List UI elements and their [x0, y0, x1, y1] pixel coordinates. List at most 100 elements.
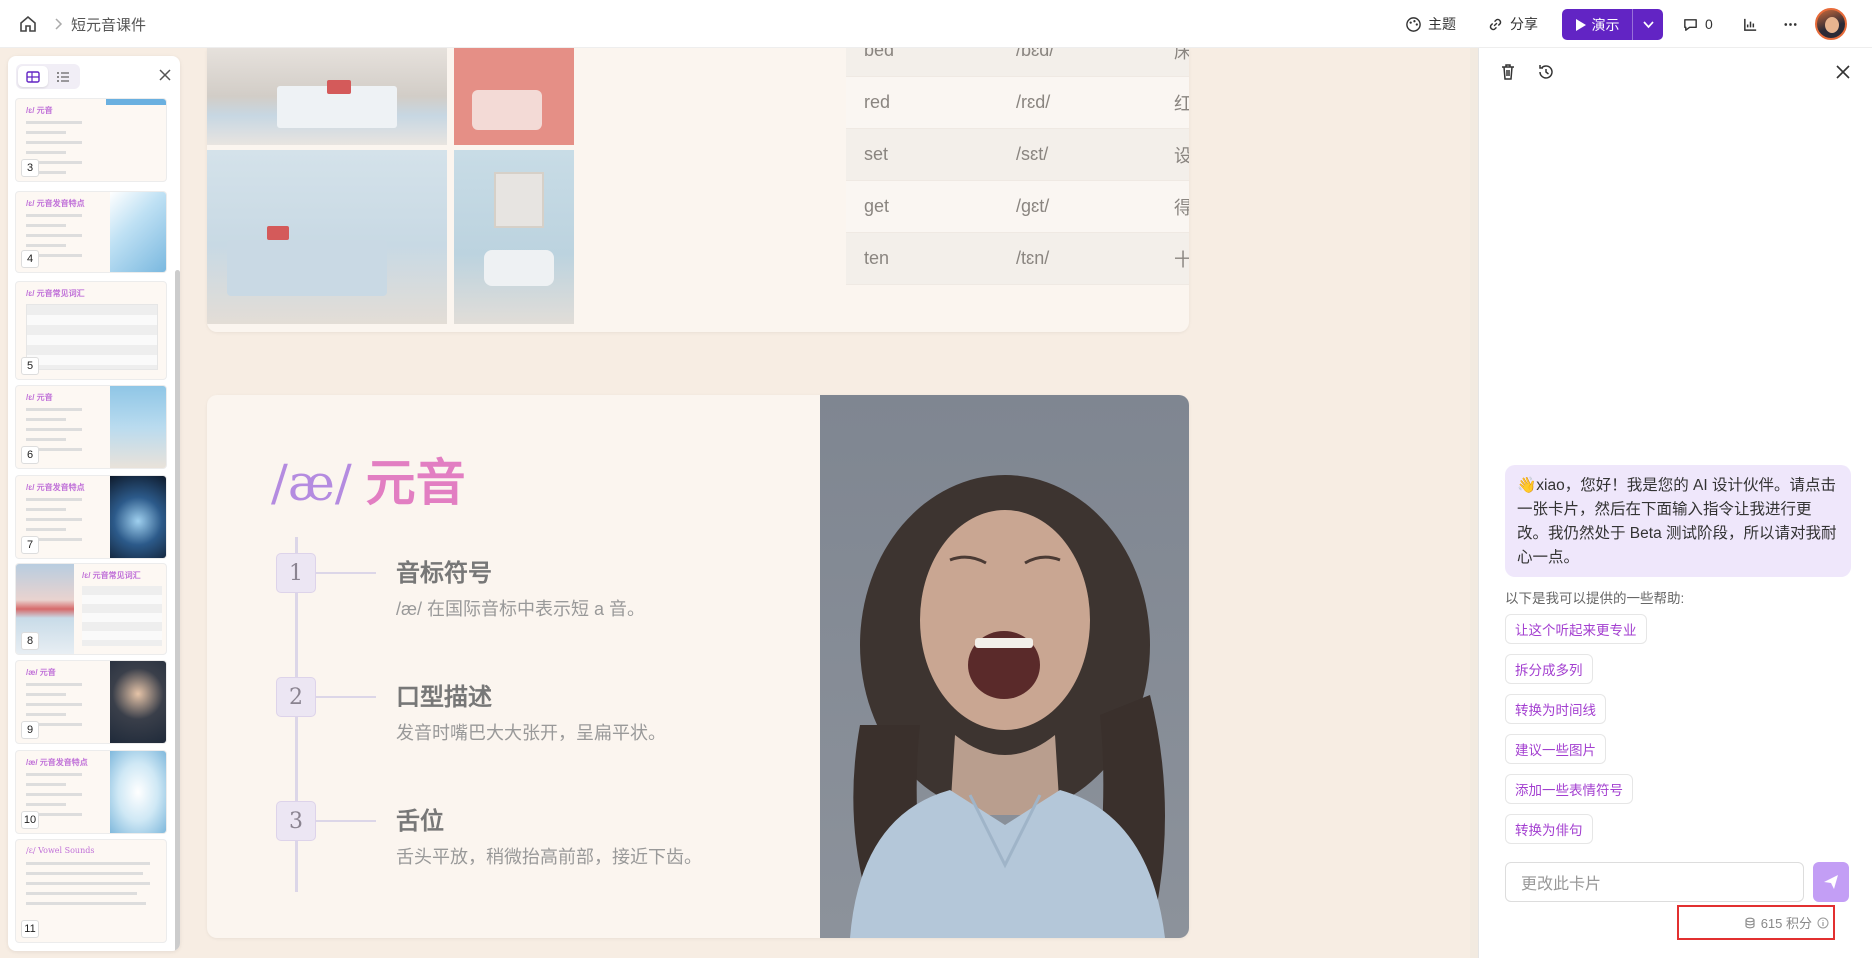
home-icon[interactable] [18, 14, 38, 34]
cards-icon [26, 70, 40, 83]
help-label: 以下是我可以提供的一些帮助: [1505, 591, 1685, 606]
ai-prompt-input[interactable]: 更改此卡片 [1505, 862, 1804, 902]
present-dropdown[interactable] [1632, 9, 1663, 40]
suggestion-chip[interactable]: 建议一些图片 [1505, 734, 1606, 764]
comments-button[interactable]: 0 [1682, 12, 1713, 36]
thumbnail-number: 3 [21, 159, 39, 177]
present-button[interactable]: 演示 [1562, 9, 1663, 40]
ipa-cell: /rɛd/ [1016, 92, 1051, 112]
share-button[interactable]: 分享 [1487, 12, 1538, 36]
thumbnail-title: /ɛ/ 元音 [26, 106, 53, 115]
present-main[interactable]: 演示 [1562, 9, 1632, 40]
list-view-toggle[interactable] [48, 66, 78, 87]
thumbnail-panel: /ɛ/ 元音 3 /ɛ/ 元音发音特点 4 /ɛ/ 元音常见词汇 5 /ɛ/ 元… [8, 56, 180, 951]
slide-card-vowel[interactable]: /æ/ 元音 1 音标符号 /æ/ 在国际音标中表示短 a 音。 2 口型描述 … [207, 395, 1189, 938]
word-cell: red [864, 92, 891, 112]
thumbnail-title: /ɛ/ 元音常见词汇 [82, 571, 141, 580]
more-button[interactable] [1782, 12, 1799, 36]
ipa-cell: /tɛn/ [1016, 248, 1050, 268]
thumbnail-number: 8 [21, 632, 39, 650]
thumbnail-slide-8[interactable]: /ɛ/ 元音常见词汇 8 [15, 563, 167, 655]
thumbnail-number: 10 [21, 811, 39, 829]
thumbnail-title: /ɛ/ 元音常见词汇 [26, 289, 85, 298]
blue-bedroom-photo [207, 150, 447, 324]
ipa-cell: /gɛt/ [1016, 196, 1050, 216]
send-button[interactable] [1813, 862, 1849, 902]
credits-label: 615 积分 [1760, 916, 1812, 931]
step-description: 发音时嘴巴大大张开，呈扁平状。 [396, 723, 666, 743]
thumbnail-number: 5 [21, 357, 39, 375]
table-row: red /rɛd/ 红色 [846, 77, 1189, 129]
word-cell: ten [864, 248, 890, 268]
info-icon[interactable] [1817, 917, 1829, 929]
coin-stack-icon [1745, 917, 1755, 928]
link-icon [1489, 18, 1502, 30]
meaning-cell: 设置 [1174, 145, 1189, 166]
more-icon [1784, 22, 1797, 26]
laughing-woman-photo [820, 395, 1189, 938]
chart-icon [1744, 18, 1757, 31]
thumbnail-scrollbar[interactable] [175, 270, 180, 951]
thumbnail-title: /æ/ 元音发音特点 [26, 758, 88, 767]
close-icon[interactable] [1833, 62, 1853, 82]
thumbnail-slide-11[interactable]: /ɛ/ Vowel Sounds 11 [15, 839, 167, 943]
close-icon[interactable] [158, 68, 172, 82]
thumbnail-slide-10[interactable]: /æ/ 元音发音特点 10 [15, 750, 167, 834]
table-row: bed /bɛd/ 床 [846, 48, 1189, 77]
thumbnail-slide-9[interactable]: /æ/ 元音 9 [15, 660, 167, 744]
thumbnail-title: /ɛ/ 元音发音特点 [26, 199, 85, 208]
thumbnail-slide-4[interactable]: /ɛ/ 元音发音特点 4 [15, 191, 167, 273]
suggestion-chip[interactable]: 添加一些表情符号 [1505, 774, 1633, 804]
slide-card-vocab[interactable]: bed /bɛd/ 床 red /rɛd/ 红色 set /sɛt/ 设置 ge… [207, 48, 1189, 332]
avatar[interactable] [1815, 8, 1847, 40]
meaning-cell: 红色 [1174, 93, 1189, 114]
history-icon[interactable] [1536, 62, 1556, 82]
doc-title[interactable]: 短元音课件 [71, 14, 146, 35]
table-row: set /sɛt/ 设置 [846, 129, 1189, 181]
suggestion-chip[interactable]: 转换为俳句 [1505, 814, 1593, 844]
thumbnail-number: 6 [21, 446, 39, 464]
step-number: 2 [276, 677, 316, 717]
step-heading: 音标符号 [396, 560, 492, 587]
grid-view-toggle[interactable] [18, 66, 48, 87]
bedroom-photo [207, 48, 447, 145]
thumbnail-slide-5[interactable]: /ɛ/ 元音常见词汇 5 [15, 281, 167, 380]
thumbnail-title: /ɛ/ 元音 [26, 393, 53, 402]
send-icon [1824, 875, 1838, 889]
table-row: get /gɛt/ 得到 [846, 181, 1189, 233]
table-row: ten /tɛn/ 十 [846, 233, 1189, 285]
credits-display[interactable]: 615 积分 [1677, 905, 1835, 940]
thumbnail-number: 9 [21, 721, 39, 739]
play-icon [1575, 18, 1586, 31]
ipa-cell: /bɛd/ [1016, 48, 1055, 60]
thumbnail-title: /ɛ/ Vowel Sounds [26, 846, 95, 855]
share-label: 分享 [1510, 16, 1538, 32]
ipa-cell: /sɛt/ [1016, 144, 1049, 164]
present-label: 演示 [1591, 16, 1620, 33]
theme-button[interactable]: 主题 [1405, 12, 1456, 36]
thumbnail-slide-3[interactable]: /ɛ/ 元音 3 [15, 98, 167, 182]
suggestion-chip[interactable]: 转换为时间线 [1505, 694, 1606, 724]
word-cell: get [864, 196, 890, 216]
thumbnail-slide-6[interactable]: /ɛ/ 元音 6 [15, 385, 167, 469]
top-bar: 短元音课件 主题 分享 演示 0 [0, 0, 1872, 48]
trash-icon[interactable] [1498, 62, 1518, 82]
title-ipa: /æ/ [271, 454, 352, 512]
ai-greeting-message: 👋xiao，您好！我是您的 AI 设计伙伴。请点击一张卡片，然后在下面输入指令让… [1505, 465, 1851, 577]
comments-count: 0 [1705, 16, 1713, 32]
thumbnail-number: 11 [21, 920, 39, 938]
theme-label: 主题 [1428, 16, 1456, 32]
thumbnail-slide-7[interactable]: /ɛ/ 元音发音特点 7 [15, 475, 167, 559]
panel-divider[interactable] [1470, 48, 1478, 958]
view-toggle [16, 64, 80, 89]
thumbnail-title: /ɛ/ 元音发音特点 [26, 483, 85, 492]
suggestion-chip[interactable]: 拆分成多列 [1505, 654, 1593, 684]
slide-title: /æ/ 元音 [271, 443, 466, 515]
chevron-down-icon [1642, 21, 1654, 29]
analytics-button[interactable] [1742, 12, 1759, 36]
chevron-right-icon [55, 18, 63, 30]
suggestion-chip[interactable]: 让这个听起来更专业 [1505, 614, 1647, 644]
step-number: 1 [276, 553, 316, 593]
step-description: /æ/ 在国际音标中表示短 a 音。 [396, 599, 646, 619]
title-cn: 元音 [365, 455, 466, 511]
